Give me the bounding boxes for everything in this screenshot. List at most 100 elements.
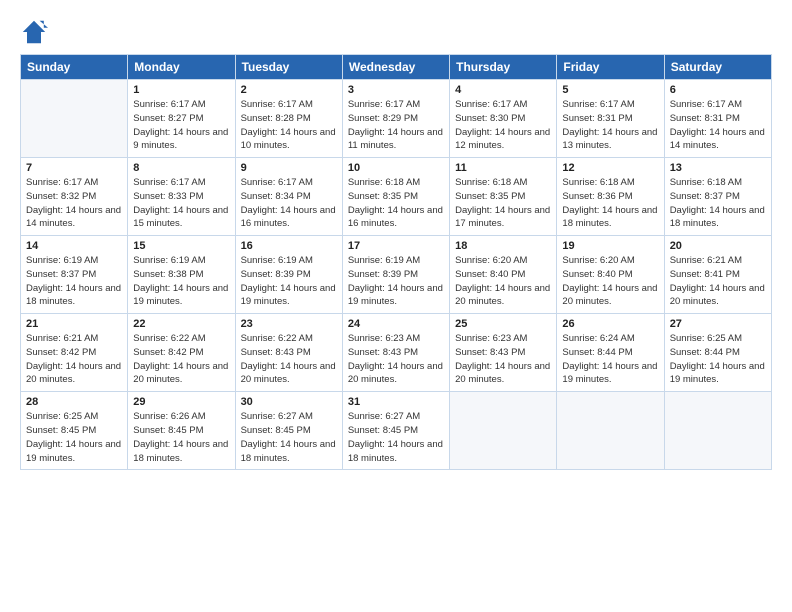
cell-info: Sunrise: 6:27 AMSunset: 8:45 PMDaylight:…: [241, 410, 337, 465]
calendar-cell: 5 Sunrise: 6:17 AMSunset: 8:31 PMDaylight…: [557, 80, 664, 158]
cell-info: Sunrise: 6:19 AMSunset: 8:39 PMDaylight:…: [348, 254, 444, 309]
calendar-table: SundayMondayTuesdayWednesdayThursdayFrid…: [20, 54, 772, 470]
header-row: SundayMondayTuesdayWednesdayThursdayFrid…: [21, 55, 772, 80]
calendar-cell: [450, 392, 557, 470]
cell-date: 31: [348, 396, 444, 408]
calendar-cell: 24 Sunrise: 6:23 AMSunset: 8:43 PMDayligh…: [342, 314, 449, 392]
cell-info: Sunrise: 6:18 AMSunset: 8:35 PMDaylight:…: [455, 176, 551, 231]
calendar-cell: 21 Sunrise: 6:21 AMSunset: 8:42 PMDayligh…: [21, 314, 128, 392]
cell-date: 24: [348, 318, 444, 330]
calendar-cell: 18 Sunrise: 6:20 AMSunset: 8:40 PMDayligh…: [450, 236, 557, 314]
calendar-cell: 30 Sunrise: 6:27 AMSunset: 8:45 PMDayligh…: [235, 392, 342, 470]
cell-date: 21: [26, 318, 122, 330]
calendar-cell: [664, 392, 771, 470]
cell-date: 28: [26, 396, 122, 408]
cell-info: Sunrise: 6:17 AMSunset: 8:31 PMDaylight:…: [670, 98, 766, 153]
header: [20, 18, 772, 46]
calendar-cell: 4 Sunrise: 6:17 AMSunset: 8:30 PMDaylight…: [450, 80, 557, 158]
calendar-cell: 6 Sunrise: 6:17 AMSunset: 8:31 PMDaylight…: [664, 80, 771, 158]
calendar-cell: 10 Sunrise: 6:18 AMSunset: 8:35 PMDayligh…: [342, 158, 449, 236]
calendar-header: SundayMondayTuesdayWednesdayThursdayFrid…: [21, 55, 772, 80]
cell-date: 30: [241, 396, 337, 408]
cell-info: Sunrise: 6:18 AMSunset: 8:36 PMDaylight:…: [562, 176, 658, 231]
cell-info: Sunrise: 6:18 AMSunset: 8:37 PMDaylight:…: [670, 176, 766, 231]
calendar-cell: 14 Sunrise: 6:19 AMSunset: 8:37 PMDayligh…: [21, 236, 128, 314]
calendar-cell: 19 Sunrise: 6:20 AMSunset: 8:40 PMDayligh…: [557, 236, 664, 314]
cell-info: Sunrise: 6:17 AMSunset: 8:30 PMDaylight:…: [455, 98, 551, 153]
cell-date: 5: [562, 84, 658, 96]
cell-date: 23: [241, 318, 337, 330]
calendar-cell: 2 Sunrise: 6:17 AMSunset: 8:28 PMDaylight…: [235, 80, 342, 158]
cell-info: Sunrise: 6:26 AMSunset: 8:45 PMDaylight:…: [133, 410, 229, 465]
logo-icon: [20, 18, 48, 46]
cell-date: 4: [455, 84, 551, 96]
calendar-cell: 15Sunrise: 6:19 AMSunset: 8:38 PMDayligh…: [128, 236, 235, 314]
cell-date: 18: [455, 240, 551, 252]
cell-date: 3: [348, 84, 444, 96]
cell-date: 26: [562, 318, 658, 330]
cell-date: 6: [670, 84, 766, 96]
header-day: Wednesday: [342, 55, 449, 80]
cell-info: Sunrise: 6:25 AMSunset: 8:44 PMDaylight:…: [670, 332, 766, 387]
cell-date: 11: [455, 162, 551, 174]
cell-info: Sunrise: 6:17 AMSunset: 8:31 PMDaylight:…: [562, 98, 658, 153]
calendar-week-row: 7Sunrise: 6:17 AMSunset: 8:32 PMDaylight…: [21, 158, 772, 236]
cell-date: 20: [670, 240, 766, 252]
cell-info: Sunrise: 6:19 AMSunset: 8:39 PMDaylight:…: [241, 254, 337, 309]
calendar-week-row: 14 Sunrise: 6:19 AMSunset: 8:37 PMDayligh…: [21, 236, 772, 314]
cell-date: 29: [133, 396, 229, 408]
calendar-cell: 7Sunrise: 6:17 AMSunset: 8:32 PMDaylight…: [21, 158, 128, 236]
calendar-cell: 13 Sunrise: 6:18 AMSunset: 8:37 PMDayligh…: [664, 158, 771, 236]
cell-info: Sunrise: 6:20 AMSunset: 8:40 PMDaylight:…: [562, 254, 658, 309]
cell-date: 2: [241, 84, 337, 96]
cell-date: 19: [562, 240, 658, 252]
cell-info: Sunrise: 6:21 AMSunset: 8:42 PMDaylight:…: [26, 332, 122, 387]
cell-date: 13: [670, 162, 766, 174]
cell-date: 14: [26, 240, 122, 252]
cell-date: 17: [348, 240, 444, 252]
calendar-cell: 23 Sunrise: 6:22 AMSunset: 8:43 PMDayligh…: [235, 314, 342, 392]
cell-date: 25: [455, 318, 551, 330]
calendar-cell: 9 Sunrise: 6:17 AMSunset: 8:34 PMDaylight…: [235, 158, 342, 236]
calendar-cell: 26Sunrise: 6:24 AMSunset: 8:44 PMDayligh…: [557, 314, 664, 392]
cell-info: Sunrise: 6:19 AMSunset: 8:37 PMDaylight:…: [26, 254, 122, 309]
cell-info: Sunrise: 6:20 AMSunset: 8:40 PMDaylight:…: [455, 254, 551, 309]
cell-info: Sunrise: 6:17 AMSunset: 8:34 PMDaylight:…: [241, 176, 337, 231]
calendar-cell: 11 Sunrise: 6:18 AMSunset: 8:35 PMDayligh…: [450, 158, 557, 236]
header-day: Tuesday: [235, 55, 342, 80]
header-day: Monday: [128, 55, 235, 80]
calendar-cell: 22Sunrise: 6:22 AMSunset: 8:42 PMDayligh…: [128, 314, 235, 392]
header-day: Friday: [557, 55, 664, 80]
calendar-body: 1 Sunrise: 6:17 AMSunset: 8:27 PMDaylight…: [21, 80, 772, 470]
cell-info: Sunrise: 6:23 AMSunset: 8:43 PMDaylight:…: [348, 332, 444, 387]
calendar-cell: 31 Sunrise: 6:27 AMSunset: 8:45 PMDayligh…: [342, 392, 449, 470]
calendar-cell: 3 Sunrise: 6:17 AMSunset: 8:29 PMDaylight…: [342, 80, 449, 158]
cell-date: 9: [241, 162, 337, 174]
calendar-cell: [557, 392, 664, 470]
cell-info: Sunrise: 6:27 AMSunset: 8:45 PMDaylight:…: [348, 410, 444, 465]
calendar-cell: 25Sunrise: 6:23 AMSunset: 8:43 PMDayligh…: [450, 314, 557, 392]
cell-date: 16: [241, 240, 337, 252]
calendar-cell: 12Sunrise: 6:18 AMSunset: 8:36 PMDayligh…: [557, 158, 664, 236]
cell-date: 22: [133, 318, 229, 330]
cell-info: Sunrise: 6:17 AMSunset: 8:29 PMDaylight:…: [348, 98, 444, 153]
cell-info: Sunrise: 6:19 AMSunset: 8:38 PMDaylight:…: [133, 254, 229, 309]
cell-info: Sunrise: 6:17 AMSunset: 8:32 PMDaylight:…: [26, 176, 122, 231]
cell-date: 27: [670, 318, 766, 330]
cell-date: 8: [133, 162, 229, 174]
calendar-cell: 17 Sunrise: 6:19 AMSunset: 8:39 PMDayligh…: [342, 236, 449, 314]
cell-info: Sunrise: 6:17 AMSunset: 8:28 PMDaylight:…: [241, 98, 337, 153]
header-day: Sunday: [21, 55, 128, 80]
calendar-cell: [21, 80, 128, 158]
calendar-cell: 1 Sunrise: 6:17 AMSunset: 8:27 PMDaylight…: [128, 80, 235, 158]
calendar-cell: 20Sunrise: 6:21 AMSunset: 8:41 PMDayligh…: [664, 236, 771, 314]
cell-date: 10: [348, 162, 444, 174]
cell-info: Sunrise: 6:17 AMSunset: 8:27 PMDaylight:…: [133, 98, 229, 153]
calendar-cell: 27 Sunrise: 6:25 AMSunset: 8:44 PMDayligh…: [664, 314, 771, 392]
cell-info: Sunrise: 6:18 AMSunset: 8:35 PMDaylight:…: [348, 176, 444, 231]
cell-date: 1: [133, 84, 229, 96]
cell-info: Sunrise: 6:17 AMSunset: 8:33 PMDaylight:…: [133, 176, 229, 231]
cell-info: Sunrise: 6:22 AMSunset: 8:43 PMDaylight:…: [241, 332, 337, 387]
calendar-cell: 8 Sunrise: 6:17 AMSunset: 8:33 PMDaylight…: [128, 158, 235, 236]
calendar-week-row: 1 Sunrise: 6:17 AMSunset: 8:27 PMDaylight…: [21, 80, 772, 158]
